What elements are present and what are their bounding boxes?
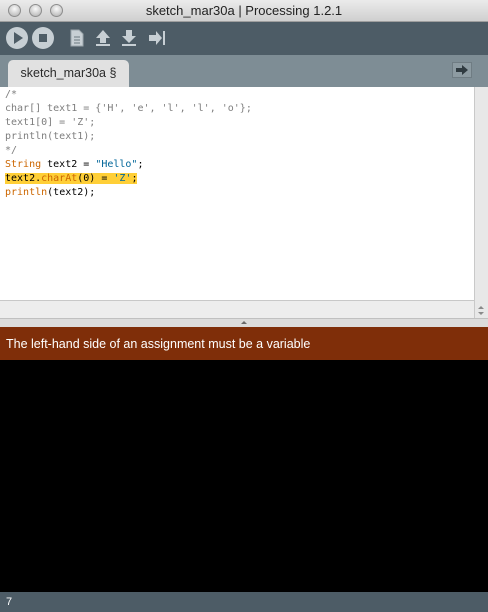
export-arrow-right-icon bbox=[149, 31, 165, 45]
error-message: The left-hand side of an assignment must… bbox=[6, 337, 311, 351]
play-icon bbox=[14, 32, 23, 44]
export-button[interactable] bbox=[146, 27, 168, 49]
code-line: String text2 = "Hello"; bbox=[5, 158, 472, 172]
tab-label: sketch_mar30a § bbox=[20, 66, 117, 80]
code-line-text: */ bbox=[5, 145, 18, 156]
tab-sketch[interactable]: sketch_mar30a § bbox=[8, 60, 129, 87]
new-button[interactable] bbox=[66, 27, 88, 49]
code-line: */ bbox=[5, 144, 472, 158]
open-button[interactable] bbox=[92, 27, 114, 49]
tab-bar: sketch_mar30a § bbox=[0, 55, 488, 87]
code-line: text1[0] = 'Z'; bbox=[5, 116, 472, 130]
console-output[interactable] bbox=[0, 360, 488, 592]
code-line-text: String text2 = "Hello"; bbox=[5, 159, 144, 170]
code-line-text: char[] text1 = {'H', 'e', 'l', 'l', 'o'}… bbox=[5, 103, 252, 114]
code-line: /* bbox=[5, 88, 472, 102]
code-line-text: println(text2); bbox=[5, 187, 96, 198]
window-title: sketch_mar30a | Processing 1.2.1 bbox=[145, 3, 343, 18]
new-file-icon bbox=[70, 29, 84, 47]
horizontal-scroll-area[interactable] bbox=[0, 300, 474, 318]
vertical-scrollbar[interactable] bbox=[474, 87, 488, 318]
code-line-text-highlighted: text2.charAt(0) = 'Z'; bbox=[5, 173, 138, 184]
arrow-right-icon bbox=[452, 62, 472, 78]
code-line: char[] text1 = {'H', 'e', 'l', 'l', 'o'}… bbox=[5, 102, 472, 116]
scroll-arrows-icon[interactable] bbox=[475, 306, 488, 316]
window-titlebar[interactable]: sketch_mar30a | Processing 1.2.1 bbox=[0, 0, 488, 22]
split-divider[interactable] bbox=[0, 318, 488, 327]
divider-handle-icon[interactable] bbox=[239, 319, 249, 327]
code-line-error: text2.charAt(0) = 'Z'; bbox=[5, 172, 472, 186]
code-line-text: /* bbox=[5, 89, 18, 100]
line-status-bar: 7 bbox=[0, 592, 488, 612]
tab-menu-button[interactable] bbox=[452, 62, 472, 78]
run-button[interactable] bbox=[6, 27, 28, 49]
stop-icon bbox=[39, 34, 47, 42]
current-line-number: 7 bbox=[6, 596, 13, 608]
stop-button[interactable] bbox=[32, 27, 54, 49]
toolbar bbox=[0, 22, 488, 55]
code-line-text: text1[0] = 'Z'; bbox=[5, 117, 96, 128]
code-line: println(text2); bbox=[5, 186, 472, 200]
open-arrow-up-icon bbox=[96, 30, 110, 46]
code-line-text: println(text1); bbox=[5, 131, 96, 142]
save-button[interactable] bbox=[118, 27, 140, 49]
code-editor[interactable]: /* char[] text1 = {'H', 'e', 'l', 'l', '… bbox=[0, 87, 474, 300]
error-status-bar: The left-hand side of an assignment must… bbox=[0, 327, 488, 360]
code-line: println(text1); bbox=[5, 130, 472, 144]
save-arrow-down-icon bbox=[122, 30, 136, 46]
code-area[interactable]: /* char[] text1 = {'H', 'e', 'l', 'l', '… bbox=[5, 88, 472, 200]
